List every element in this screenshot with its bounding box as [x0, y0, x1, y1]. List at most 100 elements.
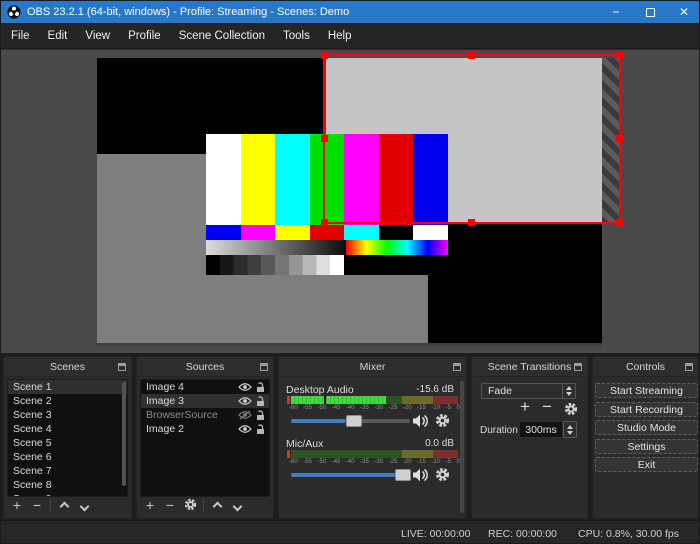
maximize-button[interactable]	[633, 1, 667, 23]
spinner-arrows-icon[interactable]	[564, 422, 576, 437]
db-tick-label: -45	[331, 405, 341, 411]
float-panel-icon[interactable]	[453, 363, 461, 371]
menu-edit[interactable]: Edit	[39, 23, 77, 49]
menu-scene-collection[interactable]: Scene Collection	[170, 23, 274, 49]
source-properties-gear-icon[interactable]	[180, 495, 200, 516]
add-source-icon[interactable]: +	[140, 496, 160, 515]
selection-handle[interactable]	[616, 219, 623, 226]
source-move-up-icon[interactable]	[207, 497, 227, 515]
volume-slider[interactable]	[291, 414, 410, 428]
float-panel-icon[interactable]	[574, 363, 582, 371]
duration-spinner[interactable]	[563, 421, 577, 438]
duration-input[interactable]: 300ms	[519, 421, 563, 438]
lock-icon[interactable]	[255, 381, 266, 393]
db-tick-label: -10	[431, 459, 441, 465]
sources-list[interactable]: Image 4 Image 3 BrowserSource Image 2	[140, 379, 270, 497]
selection-bounding-box[interactable]	[321, 52, 623, 226]
sources-panel-header[interactable]: Sources	[137, 357, 273, 377]
close-button[interactable]: ✕	[667, 1, 699, 23]
selection-handle[interactable]	[321, 52, 328, 59]
remove-transition-icon[interactable]: −	[542, 397, 552, 417]
slider-handle[interactable]	[346, 415, 363, 427]
studio-mode-button[interactable]: Studio Mode	[595, 420, 698, 435]
selection-handle[interactable]	[321, 219, 328, 226]
start-streaming-button[interactable]: Start Streaming	[595, 383, 698, 398]
add-scene-icon[interactable]: +	[7, 496, 27, 515]
meter-scale: -60 -55 -50 -45 -40 -35 -30 -25 -20 -15 -10 -5 0	[289, 405, 460, 412]
source-name: Image 2	[146, 423, 184, 435]
float-panel-icon[interactable]	[260, 363, 268, 371]
scene-list-item[interactable]: Scene 3	[8, 408, 127, 422]
controls-panel-header[interactable]: Controls	[593, 357, 698, 377]
scene-list-item[interactable]: Scene 6	[8, 450, 127, 464]
menu-view[interactable]: View	[76, 23, 119, 49]
source-list-item[interactable]: Image 4	[141, 380, 269, 394]
slider-handle[interactable]	[394, 469, 411, 481]
selection-handle[interactable]	[321, 135, 328, 142]
selection-handle[interactable]	[468, 52, 475, 59]
scene-list-item[interactable]: Scene 1	[8, 380, 127, 394]
remove-source-icon[interactable]: −	[160, 496, 180, 515]
settings-button[interactable]: Settings	[595, 439, 698, 454]
mixer-channel-name: Mic/Aux	[286, 438, 324, 450]
transitions-panel-header[interactable]: Scene Transitions	[472, 357, 587, 377]
preview-canvas[interactable]	[1, 50, 699, 353]
db-tick-label: -10	[431, 405, 441, 411]
speaker-icon[interactable]	[412, 468, 429, 482]
source-list-item[interactable]: Image 2	[141, 422, 269, 436]
scene-move-down-icon[interactable]	[74, 497, 94, 515]
db-tick-label: -40	[345, 405, 355, 411]
meter-clip-indicator	[287, 396, 290, 404]
scene-move-up-icon[interactable]	[54, 497, 74, 515]
scene-list-item[interactable]: Scene 4	[8, 422, 127, 436]
visibility-eye-off-icon[interactable]	[238, 410, 252, 420]
visibility-eye-icon[interactable]	[238, 396, 252, 406]
menu-help[interactable]: Help	[319, 23, 361, 49]
scene-list-item[interactable]: Scene 2	[8, 394, 127, 408]
combo-spinner-icon[interactable]	[562, 384, 575, 398]
audio-settings-gear-icon[interactable]	[435, 413, 450, 428]
db-tick-label: -20	[402, 405, 412, 411]
mixer-scrollbar[interactable]	[460, 381, 464, 513]
float-panel-icon[interactable]	[685, 363, 693, 371]
visibility-eye-icon[interactable]	[238, 424, 252, 434]
selection-handle[interactable]	[468, 219, 475, 226]
mixer-panel-header[interactable]: Mixer	[279, 357, 466, 377]
scene-list-item[interactable]: Scene 7	[8, 464, 127, 478]
selection-handle[interactable]	[616, 135, 623, 142]
menu-profile[interactable]: Profile	[119, 23, 170, 49]
minimize-button[interactable]: −	[599, 1, 633, 23]
source-list-item[interactable]: BrowserSource	[141, 408, 269, 422]
scenes-panel-header[interactable]: Scenes	[4, 357, 131, 377]
lock-icon[interactable]	[255, 395, 266, 407]
volume-slider[interactable]	[291, 468, 411, 482]
source-list-item[interactable]: Image 3	[141, 394, 269, 408]
scene-list-item[interactable]: Scene 8	[8, 478, 127, 492]
lock-icon[interactable]	[255, 423, 266, 435]
scenes-scrollbar[interactable]	[122, 382, 126, 486]
preview-source-black-bottom[interactable]	[428, 224, 602, 343]
transition-properties-gear-icon[interactable]	[564, 402, 578, 416]
mixer-channel-name: Desktop Audio	[286, 384, 354, 396]
source-name: BrowserSource	[146, 409, 218, 421]
dock-area: Scenes Scene 1 Scene 2 Scene 3 Scene 4 S…	[1, 353, 699, 520]
exit-button[interactable]: Exit	[595, 457, 698, 472]
start-recording-button[interactable]: Start Recording	[595, 402, 698, 417]
add-transition-icon[interactable]: +	[520, 397, 530, 417]
db-tick-label: -5	[445, 405, 451, 411]
remove-scene-icon[interactable]: −	[27, 496, 47, 515]
scenes-list[interactable]: Scene 1 Scene 2 Scene 3 Scene 4 Scene 5 …	[7, 379, 128, 497]
visibility-eye-icon[interactable]	[238, 382, 252, 392]
db-tick-label: -35	[360, 459, 369, 465]
lock-icon[interactable]	[255, 409, 266, 421]
speaker-icon[interactable]	[412, 414, 429, 428]
audio-settings-gear-icon[interactable]	[435, 467, 450, 482]
menu-tools[interactable]: Tools	[274, 23, 319, 49]
menu-file[interactable]: File	[2, 23, 39, 49]
scene-list-item[interactable]: Scene 5	[8, 436, 127, 450]
selection-handle[interactable]	[616, 52, 623, 59]
meter-peak-notch	[324, 396, 327, 404]
source-move-down-icon[interactable]	[227, 497, 247, 515]
float-panel-icon[interactable]	[118, 363, 126, 371]
title-bar[interactable]: OBS 23.2.1 (64-bit, windows) - Profile: …	[1, 1, 699, 23]
